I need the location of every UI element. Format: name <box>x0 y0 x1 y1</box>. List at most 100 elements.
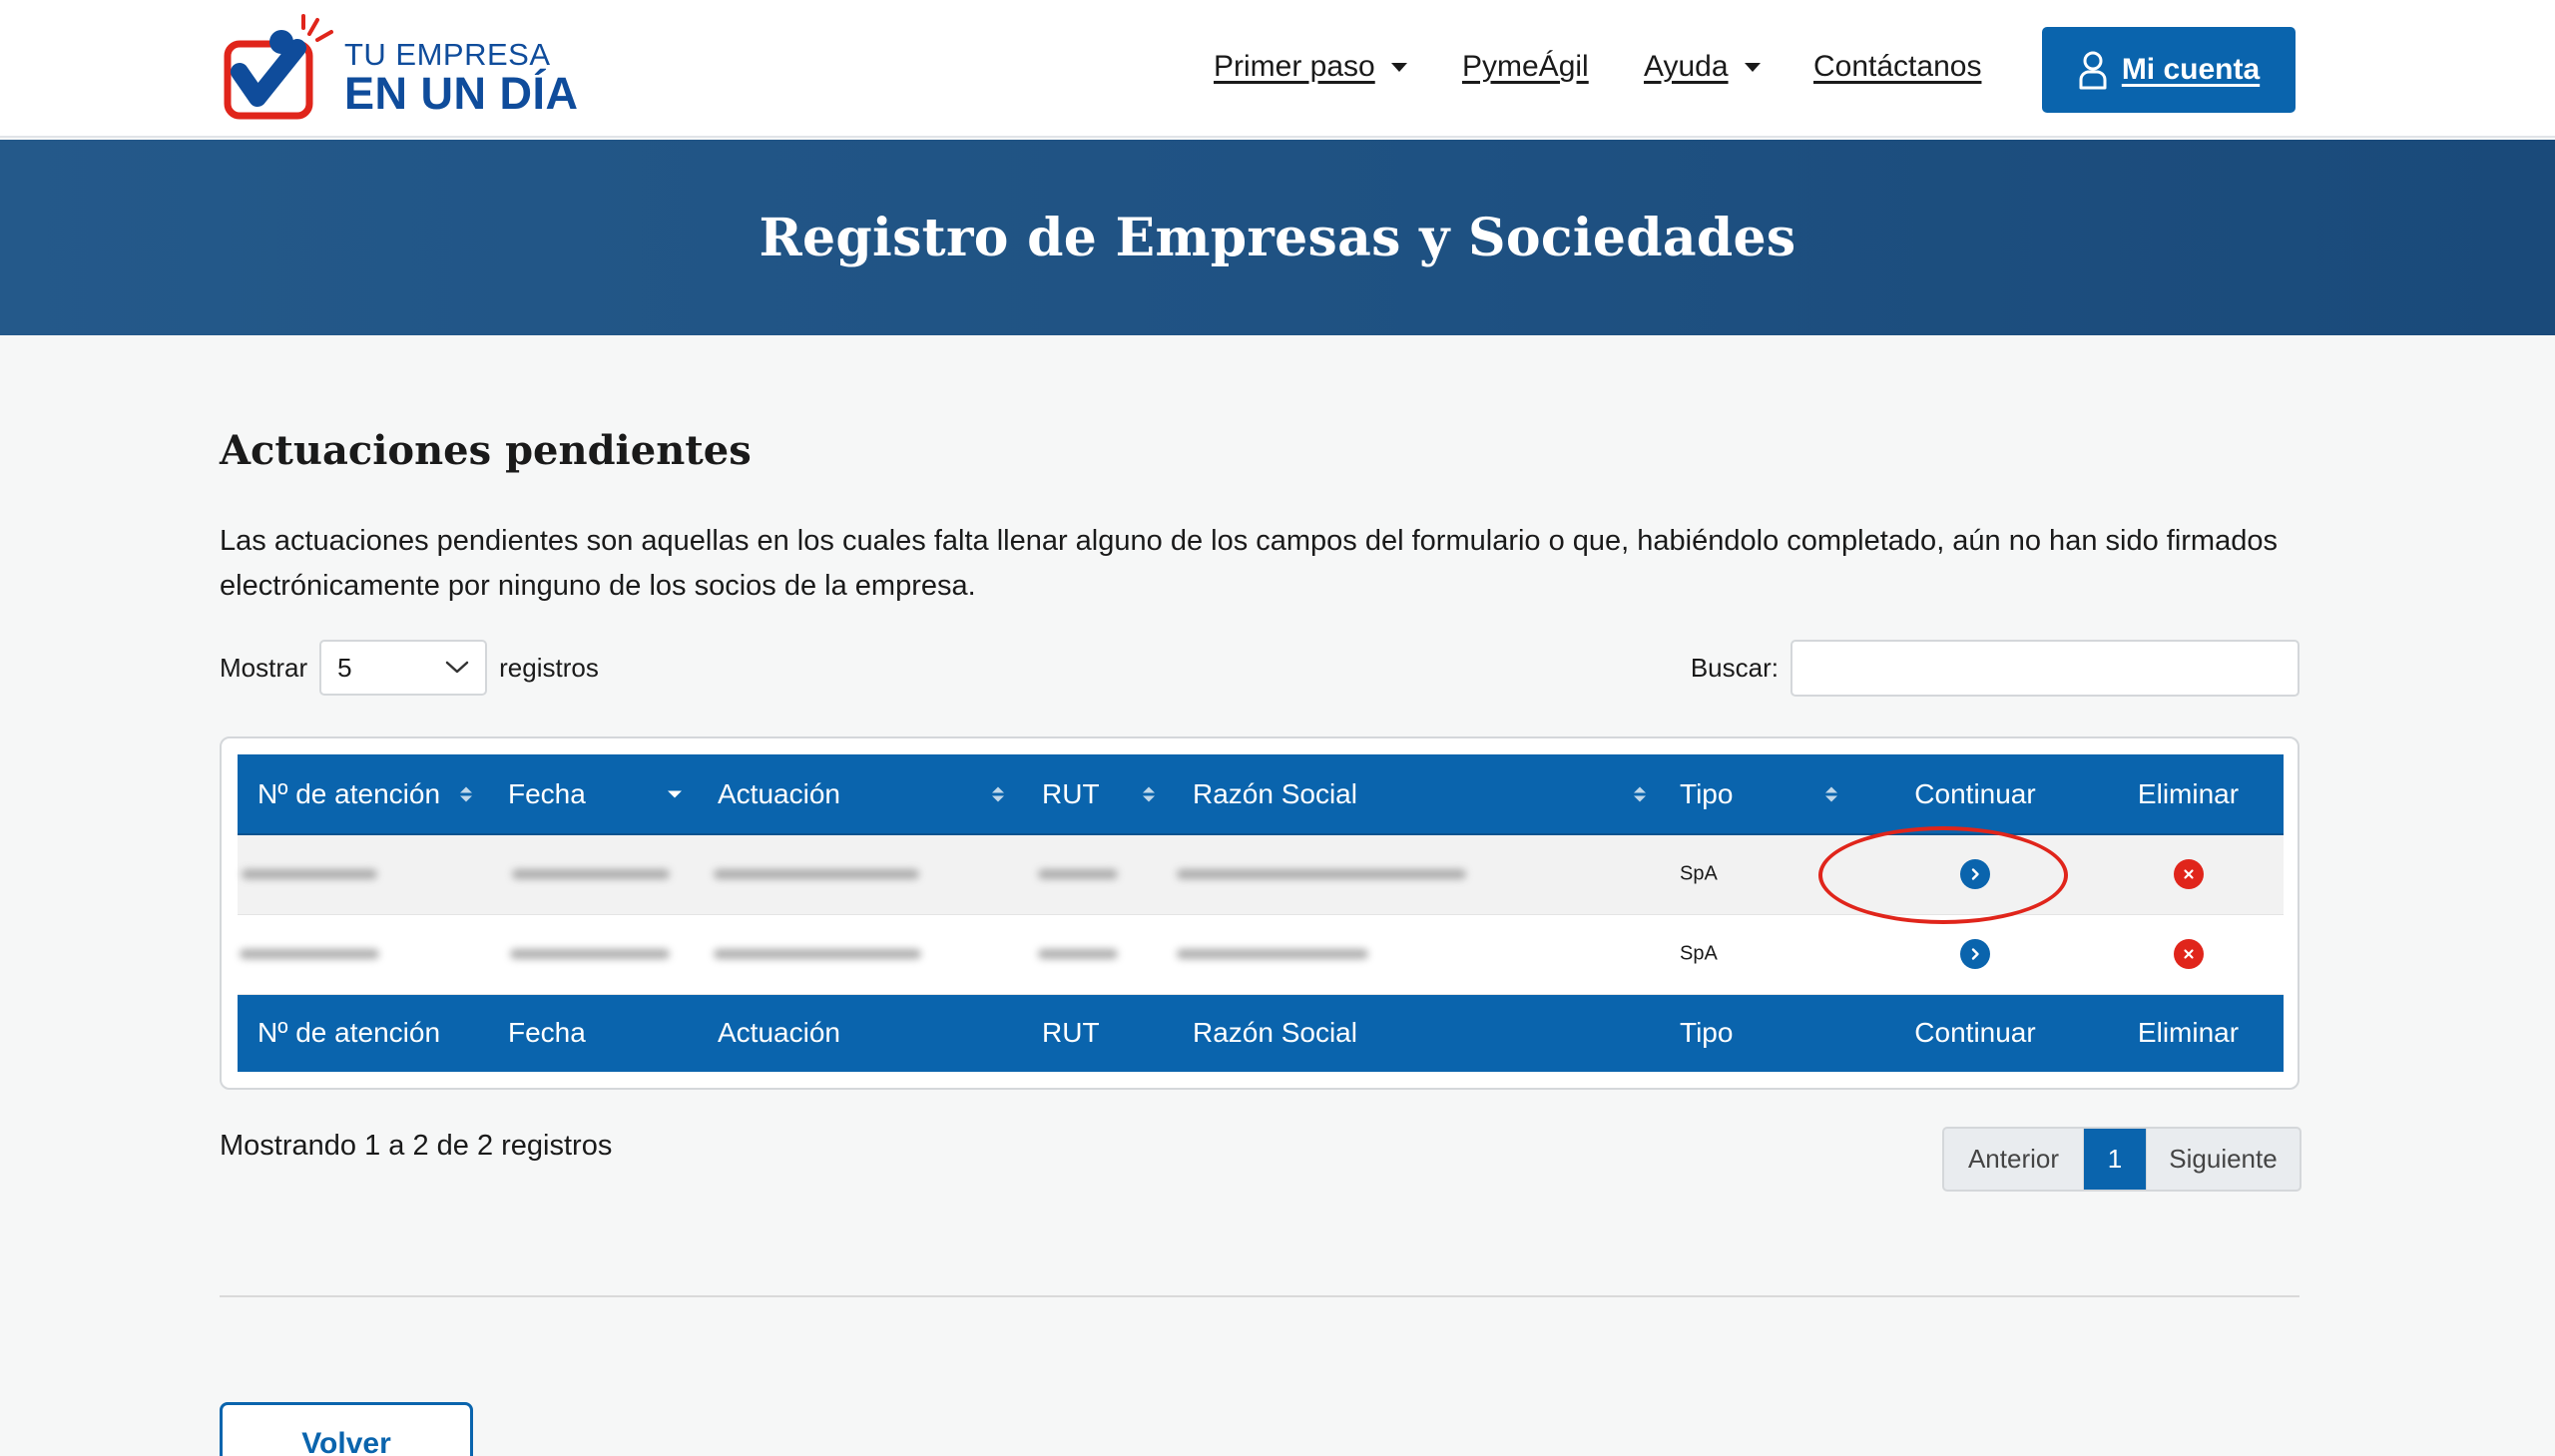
redacted-text <box>242 869 377 880</box>
column-label: Razón Social <box>1193 777 1357 809</box>
chevron-right-icon <box>1971 948 1979 960</box>
logo-line1: TU EMPRESA <box>344 37 551 72</box>
logo-line2: EN UN DÍA <box>344 68 579 119</box>
close-icon <box>2183 869 2194 879</box>
delete-button[interactable] <box>2173 939 2204 969</box>
logo-mark-icon <box>224 14 333 120</box>
cell-continuar <box>1857 834 2093 915</box>
redacted-text <box>1177 869 1466 880</box>
footer-razon-social: Razón Social <box>1173 994 1660 1072</box>
continue-button[interactable] <box>1960 859 1990 890</box>
column-label: Nº de atención <box>257 777 441 809</box>
nav-contactanos[interactable]: Contáctanos <box>1813 50 1981 84</box>
section-title: Actuaciones pendientes <box>220 427 752 474</box>
pagination: Anterior 1 Siguiente <box>1942 1127 2301 1192</box>
site-header: TU EMPRESA EN UN DÍA Primer paso PymeÁgi… <box>0 0 2555 138</box>
cell-razon-social <box>1173 914 1660 995</box>
pagination-previous[interactable]: Anterior <box>1944 1129 2084 1190</box>
nav-pymeagil-label: PymeÁgil <box>1462 50 1589 83</box>
cell-continuar <box>1857 914 2093 995</box>
continue-button[interactable] <box>1960 939 1990 969</box>
footer-rut: RUT <box>1022 994 1173 1072</box>
column-header-rut[interactable]: RUT <box>1022 754 1173 835</box>
chevron-down-icon <box>1744 62 1761 72</box>
cell-razon-social <box>1173 834 1660 915</box>
footer-num-atencion: Nº de atención <box>238 994 488 1072</box>
redacted-text <box>1038 869 1118 880</box>
redacted-text <box>714 949 921 959</box>
section-description: Las actuaciones pendientes son aquellas … <box>220 525 2278 602</box>
page-length-select[interactable]: 5 <box>319 640 488 696</box>
sort-desc-icon <box>668 790 682 797</box>
column-label: Continuar <box>1914 777 2036 809</box>
column-label: RUT <box>1042 777 1100 809</box>
sort-icon <box>1634 786 1646 801</box>
table-search: Buscar: <box>1691 640 2300 697</box>
pagination-page-1[interactable]: 1 <box>2084 1129 2146 1190</box>
column-header-continuar: Continuar <box>1857 754 2093 835</box>
column-header-fecha[interactable]: Fecha <box>488 754 698 835</box>
table-row: SpA <box>238 834 2284 915</box>
footer-eliminar: Eliminar <box>2093 994 2284 1072</box>
cell-eliminar <box>2093 834 2284 915</box>
delete-button[interactable] <box>2173 859 2204 890</box>
close-icon <box>2183 949 2194 959</box>
nav-primer-paso-label: Primer paso <box>1214 50 1375 83</box>
table-row: SpA <box>238 914 2284 995</box>
sort-icon <box>460 786 472 801</box>
tipo-value: SpA <box>1680 862 1718 885</box>
page-length-control: Mostrar 5 registros <box>220 640 599 696</box>
my-account-button[interactable]: Mi cuenta <box>2042 27 2296 113</box>
page-title: Registro de Empresas y Sociedades <box>759 207 1796 268</box>
back-button[interactable]: Volver <box>220 1402 473 1456</box>
footer-continuar: Continuar <box>1857 994 2093 1072</box>
tipo-value: SpA <box>1680 942 1718 965</box>
search-label: Buscar: <box>1690 653 1779 683</box>
nav-ayuda-label: Ayuda <box>1644 50 1729 83</box>
page-banner: Registro de Empresas y Sociedades <box>0 140 2555 335</box>
cell-num-atencion <box>238 914 488 995</box>
redacted-text <box>1177 949 1368 959</box>
divider <box>220 1295 2300 1297</box>
cell-tipo: SpA <box>1660 914 1857 995</box>
records-label: registros <box>499 652 599 683</box>
column-header-razon-social[interactable]: Razón Social <box>1173 754 1660 835</box>
table-footer-row: Nº de atención Fecha Actuación RUT Razón… <box>238 994 2284 1072</box>
redacted-text <box>512 869 670 880</box>
cell-rut <box>1022 914 1173 995</box>
user-icon <box>2079 51 2107 90</box>
logo-text: TU EMPRESA EN UN DÍA <box>344 37 579 119</box>
column-header-eliminar: Eliminar <box>2093 754 2284 835</box>
table-card: Nº de atención Fecha Actuación RUT Razón… <box>220 736 2300 1090</box>
cell-actuacion <box>698 834 1022 915</box>
cell-num-atencion <box>238 834 488 915</box>
column-label: Eliminar <box>2137 777 2240 809</box>
column-header-actuacion[interactable]: Actuación <box>698 754 1022 835</box>
redacted-text <box>510 949 670 959</box>
cell-rut <box>1022 834 1173 915</box>
search-input[interactable] <box>1790 640 2300 697</box>
my-account-label: Mi cuenta <box>2121 53 2261 86</box>
chevron-down-icon <box>445 661 469 674</box>
footer-tipo: Tipo <box>1660 994 1857 1072</box>
column-header-num-atencion[interactable]: Nº de atención <box>238 754 488 835</box>
page-length-value: 5 <box>337 652 352 683</box>
nav-ayuda[interactable]: Ayuda <box>1644 50 1761 84</box>
column-label: Tipo <box>1680 777 1734 809</box>
footer-actuacion: Actuación <box>698 994 1022 1072</box>
cell-fecha <box>488 914 698 995</box>
redacted-text <box>1038 949 1118 959</box>
column-header-tipo[interactable]: Tipo <box>1660 754 1857 835</box>
cell-actuacion <box>698 914 1022 995</box>
pending-actions-table: Nº de atención Fecha Actuación RUT Razón… <box>238 754 2284 1072</box>
sort-icon <box>992 786 1004 801</box>
sort-icon <box>1825 786 1837 801</box>
redacted-text <box>714 869 919 880</box>
nav-primer-paso[interactable]: Primer paso <box>1214 50 1407 84</box>
column-label: Fecha <box>508 777 586 809</box>
pagination-next[interactable]: Siguiente <box>2146 1129 2300 1190</box>
show-label: Mostrar <box>220 652 308 683</box>
chevron-right-icon <box>1971 868 1979 880</box>
nav-pymeagil[interactable]: PymeÁgil <box>1462 50 1589 84</box>
sort-icon <box>1143 786 1155 801</box>
